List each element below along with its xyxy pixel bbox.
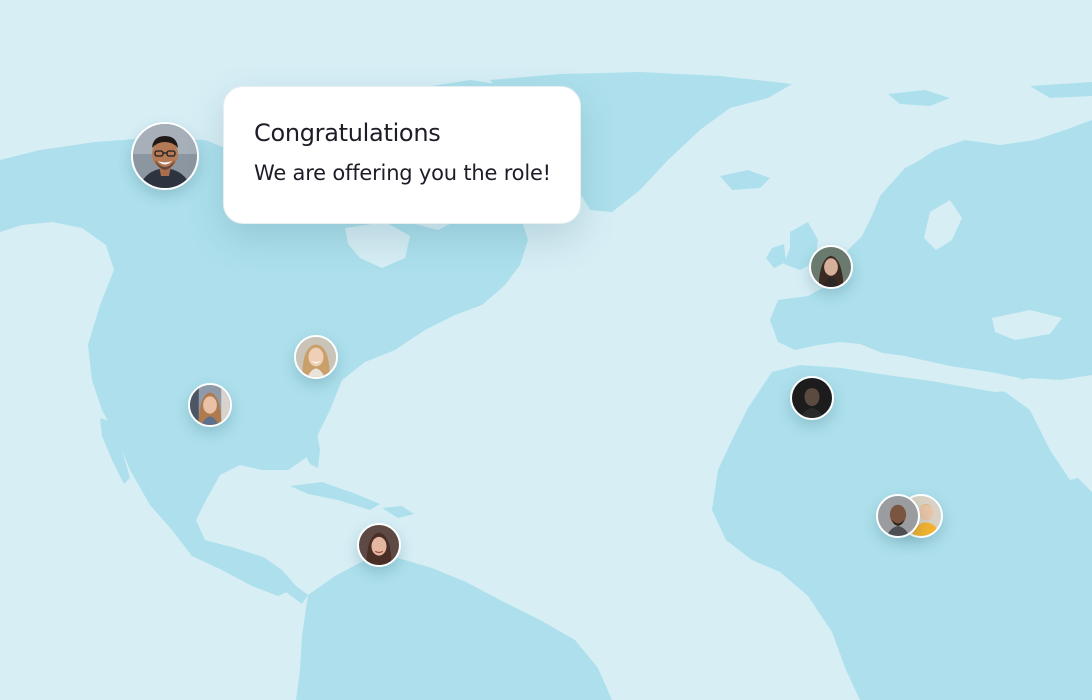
hispaniola (382, 506, 414, 518)
recruiter-avatar-icon (133, 124, 197, 188)
candidate-avatar-north-africa[interactable] (790, 376, 834, 420)
cuba (290, 482, 380, 510)
candidate-avatar-us-east[interactable] (294, 335, 338, 379)
world-map-canvas: Congratulations We are offering you the … (0, 0, 1092, 700)
candidate-avatar-europe[interactable] (809, 245, 853, 289)
person-avatar-icon (811, 247, 851, 287)
ireland (766, 244, 786, 268)
message-text: We are offering you the role! (254, 161, 551, 185)
candidate-avatar-africa-1[interactable] (876, 494, 920, 538)
florida-peninsula (300, 428, 320, 468)
person-avatar-icon (359, 525, 399, 565)
person-avatar-icon (792, 378, 832, 418)
arctic-islands (1030, 82, 1092, 98)
candidate-avatar-caribbean[interactable] (357, 523, 401, 567)
iceland (720, 170, 770, 190)
person-avatar-icon (190, 385, 230, 425)
svalbard (888, 90, 950, 106)
person-avatar-icon (296, 337, 336, 377)
recruiter-avatar[interactable] (131, 122, 199, 190)
person-avatar-icon (878, 496, 918, 536)
message-title: Congratulations (254, 119, 441, 147)
candidate-avatar-us-south[interactable] (188, 383, 232, 427)
south-america-landmass (296, 558, 612, 700)
message-card: Congratulations We are offering you the … (223, 86, 581, 224)
